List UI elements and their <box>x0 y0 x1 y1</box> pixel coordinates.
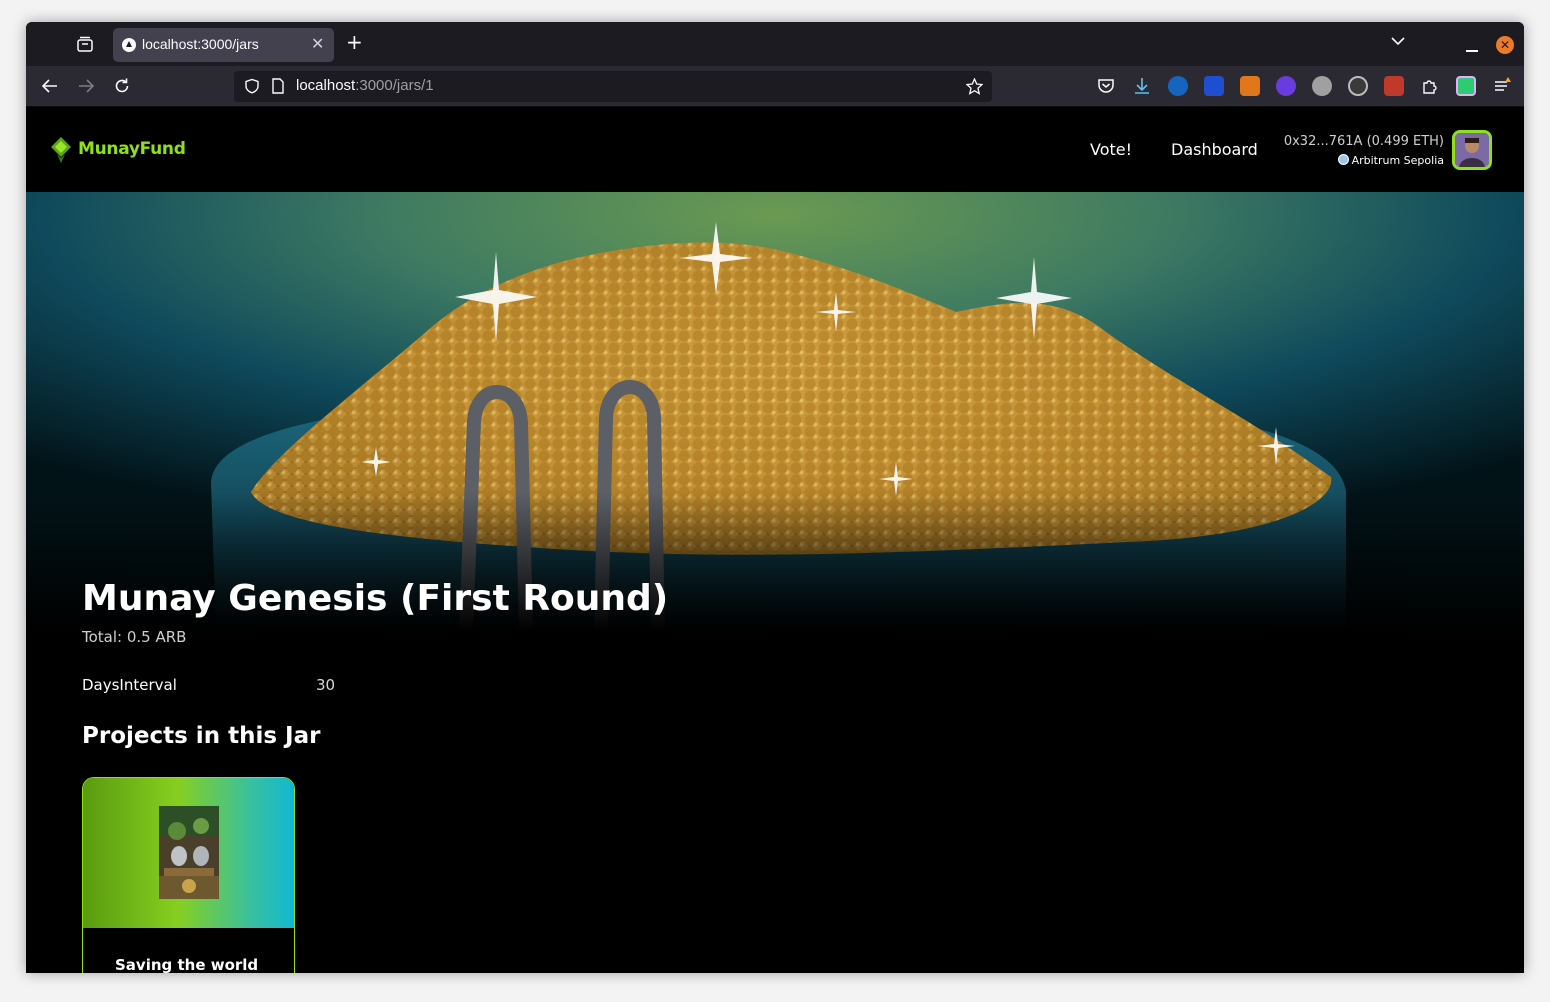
extensions-puzzle-icon[interactable] <box>1420 76 1440 96</box>
days-interval-value: 30 <box>316 676 336 694</box>
url-host: localhost <box>296 77 356 94</box>
extension-blue-icon[interactable] <box>1168 76 1188 96</box>
project-name: Saving the world <box>115 956 259 973</box>
nav-vote-link[interactable]: Vote! <box>1090 140 1132 159</box>
tab-strip: localhost:3000/jars ✕ + ✕ <box>26 22 1524 66</box>
url-text[interactable]: localhost:3000/jars/1 <box>296 77 434 94</box>
download-icon[interactable] <box>1132 76 1152 96</box>
extension-red-icon[interactable] <box>1384 76 1404 96</box>
app-menu-icon[interactable] <box>1492 76 1512 96</box>
chevron-down-icon[interactable] <box>1390 33 1406 49</box>
jar-total: Total: 0.5 ARB <box>82 628 187 646</box>
avatar-portrait-icon <box>1455 133 1489 167</box>
wallet-network[interactable]: Arbitrum Sepolia <box>1337 154 1444 167</box>
new-tab-icon[interactable]: + <box>346 30 363 54</box>
reload-icon[interactable] <box>113 77 131 95</box>
jar-title: Munay Genesis (First Round) <box>82 578 669 619</box>
project-card[interactable]: Saving the world <box>82 777 295 973</box>
metamask-fox-icon[interactable] <box>1240 76 1260 96</box>
bookmark-star-icon[interactable] <box>966 78 983 95</box>
close-window-icon[interactable]: ✕ <box>1496 36 1514 54</box>
ublock-icon[interactable] <box>1204 76 1224 96</box>
back-arrow-icon[interactable] <box>41 77 59 95</box>
url-bar[interactable]: localhost:3000/jars/1 <box>234 71 992 102</box>
wallet-address[interactable]: 0x32...761A (0.499 ETH) <box>1284 134 1444 149</box>
jar-hero-image <box>26 192 1524 632</box>
project-thumbnail <box>159 806 219 899</box>
url-path: :3000/jars/1 <box>355 77 434 94</box>
shield-icon[interactable] <box>244 78 260 94</box>
user-avatar[interactable] <box>1452 130 1492 170</box>
pocket-icon[interactable] <box>1096 76 1116 96</box>
extension-purple-icon[interactable] <box>1276 76 1296 96</box>
nav-dashboard-link[interactable]: Dashboard <box>1171 140 1258 159</box>
logo-text: MunayFund <box>78 139 186 159</box>
extension-green-icon[interactable] <box>1456 76 1476 96</box>
project-card-banner <box>83 778 294 928</box>
network-label: Arbitrum Sepolia <box>1351 154 1444 167</box>
tab-jars[interactable]: localhost:3000/jars ✕ <box>113 28 334 62</box>
project-photo-icon <box>159 806 219 899</box>
tab-manager-icon[interactable] <box>76 35 94 53</box>
page-content: MunayFund Vote! Dashboard 0x32...761A (0… <box>26 108 1524 973</box>
extension-reel-icon[interactable] <box>1348 76 1368 96</box>
site-header: MunayFund Vote! Dashboard 0x32...761A (0… <box>26 108 1524 192</box>
extension-owl-icon[interactable] <box>1312 76 1332 96</box>
minimize-window-icon[interactable] <box>1466 36 1478 52</box>
forward-arrow-icon[interactable] <box>77 77 95 95</box>
tab-title: localhost:3000/jars <box>142 36 259 52</box>
munayfund-logo-icon <box>51 137 71 163</box>
projects-section-title: Projects in this Jar <box>82 723 321 749</box>
nextjs-favicon-icon <box>122 38 136 52</box>
arbitrum-icon <box>1337 154 1349 165</box>
page-icon <box>272 78 284 94</box>
days-interval-label: DaysInterval <box>82 676 177 694</box>
close-tab-icon[interactable]: ✕ <box>311 34 324 53</box>
browser-window: localhost:3000/jars ✕ + ✕ localhost:3000… <box>26 22 1524 973</box>
navigation-toolbar: localhost:3000/jars/1 <box>26 66 1524 107</box>
